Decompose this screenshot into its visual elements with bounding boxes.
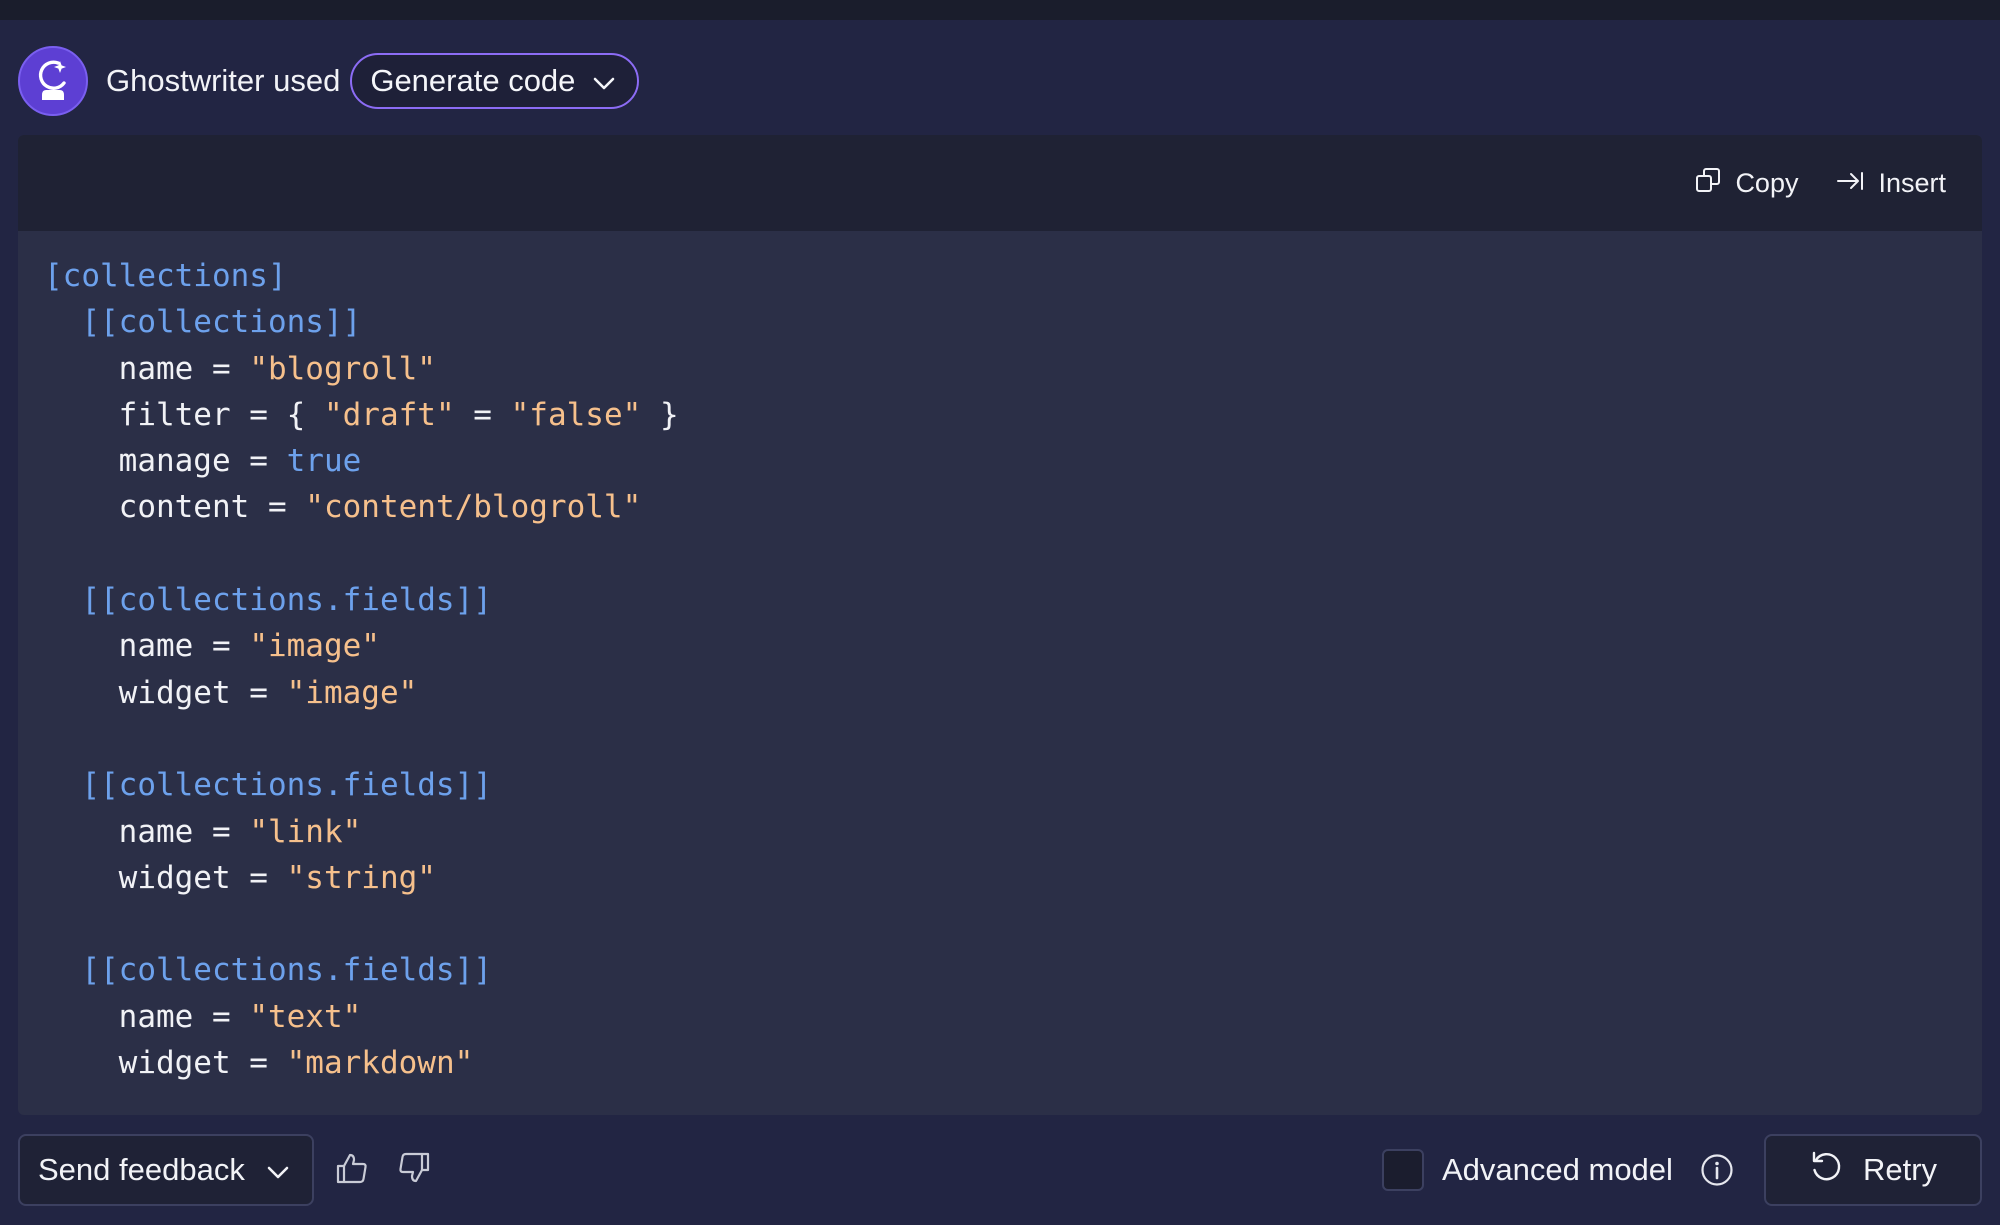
code-token: } <box>641 396 679 433</box>
code-token: filter = { <box>44 396 324 433</box>
code-token: true <box>286 443 362 480</box>
thumbs-up-icon <box>335 1152 369 1189</box>
code-line: [[collections.fields]] <box>44 577 1982 623</box>
code-panel-toolbar: Copy Insert <box>18 135 1982 231</box>
code-line: [[collections]] <box>44 299 1982 345</box>
code-token: name = <box>44 813 250 850</box>
code-token: "markdown" <box>286 1045 474 1082</box>
retry-label: Retry <box>1862 1152 1938 1187</box>
send-feedback-label: Send feedback <box>38 1152 245 1187</box>
code-token: "image" <box>249 628 380 665</box>
code-token: "string" <box>286 859 436 896</box>
code-token: "link" <box>249 813 362 850</box>
code-line: name = "link" <box>44 809 1982 855</box>
advanced-model-toggle: Advanced model <box>1382 1146 1735 1194</box>
code-token: "draft" <box>323 396 455 433</box>
code-token: [collections] <box>44 258 287 294</box>
code-line: [[collections.fields]] <box>44 762 1982 808</box>
code-line: filter = { "draft" = "false" } <box>44 392 1982 438</box>
insert-icon <box>1836 168 1864 199</box>
info-icon[interactable] <box>1699 1152 1735 1188</box>
code-token: widget = <box>44 1045 287 1082</box>
code-line: name = "blogroll" <box>44 346 1982 392</box>
code-line: name = "text" <box>44 994 1982 1040</box>
footer-bar: Send feedback Advanced model Retry <box>18 1134 1982 1206</box>
code-token: [[collections.fields]] <box>44 767 492 804</box>
generate-code-dropdown[interactable]: Generate code <box>350 53 640 109</box>
generate-code-label: Generate code <box>370 63 576 98</box>
ghostwriter-icon <box>18 46 88 116</box>
code-token: content = <box>44 489 306 526</box>
ghostwriter-header: Ghostwriter used Generate code <box>18 45 640 117</box>
code-line: [[collections.fields]] <box>44 947 1982 993</box>
thumbs-up-button[interactable] <box>330 1148 374 1192</box>
code-token: widget = <box>44 859 287 896</box>
code-token: name = <box>44 628 250 665</box>
retry-button[interactable]: Retry <box>1764 1134 1982 1206</box>
code-line: content = "content/blogroll" <box>44 484 1982 530</box>
thumbs-down-button[interactable] <box>392 1148 436 1192</box>
chevron-down-icon <box>593 63 615 99</box>
code-line: manage = true <box>44 438 1982 484</box>
code-line: widget = "string" <box>44 855 1982 901</box>
send-feedback-dropdown[interactable]: Send feedback <box>18 1134 314 1206</box>
copy-button[interactable]: Copy <box>1695 167 1798 200</box>
code-token: manage = <box>44 443 287 480</box>
advanced-model-checkbox[interactable] <box>1382 1149 1424 1191</box>
code-line: [collections] <box>44 253 1982 299</box>
code-token: "blogroll" <box>249 350 436 387</box>
code-token: name = <box>44 998 250 1035</box>
thumbs-down-icon <box>397 1152 431 1189</box>
code-line: widget = "markdown" <box>44 1040 1982 1086</box>
code-token: [[collections.fields]] <box>44 582 492 619</box>
code-token: "text" <box>249 998 362 1035</box>
code-token: "image" <box>286 674 418 711</box>
ghostwriter-used-label: Ghostwriter used <box>106 63 341 98</box>
code-token: "content/blogroll" <box>305 489 642 526</box>
top-strip <box>0 0 2000 20</box>
advanced-model-label: Advanced model <box>1442 1152 1673 1187</box>
code-line: name = "image" <box>44 623 1982 669</box>
code-token: name = <box>44 350 250 387</box>
code-token: widget = <box>44 674 287 711</box>
code-token: [[collections.fields]] <box>44 952 492 989</box>
insert-button[interactable]: Insert <box>1836 168 1946 199</box>
copy-icon <box>1695 167 1721 200</box>
retry-icon <box>1809 1150 1843 1190</box>
code-token: "false" <box>510 396 642 433</box>
code-token: = <box>454 396 511 433</box>
copy-label: Copy <box>1735 167 1799 198</box>
code-panel: Copy Insert [collections] [[collections]… <box>18 135 1982 1115</box>
insert-label: Insert <box>1878 167 1946 198</box>
code-line: widget = "image" <box>44 670 1982 716</box>
code-block: [collections] [[collections]] name = "bl… <box>18 231 1982 1086</box>
code-token: [[collections]] <box>44 304 362 341</box>
chevron-down-icon <box>267 1152 289 1188</box>
